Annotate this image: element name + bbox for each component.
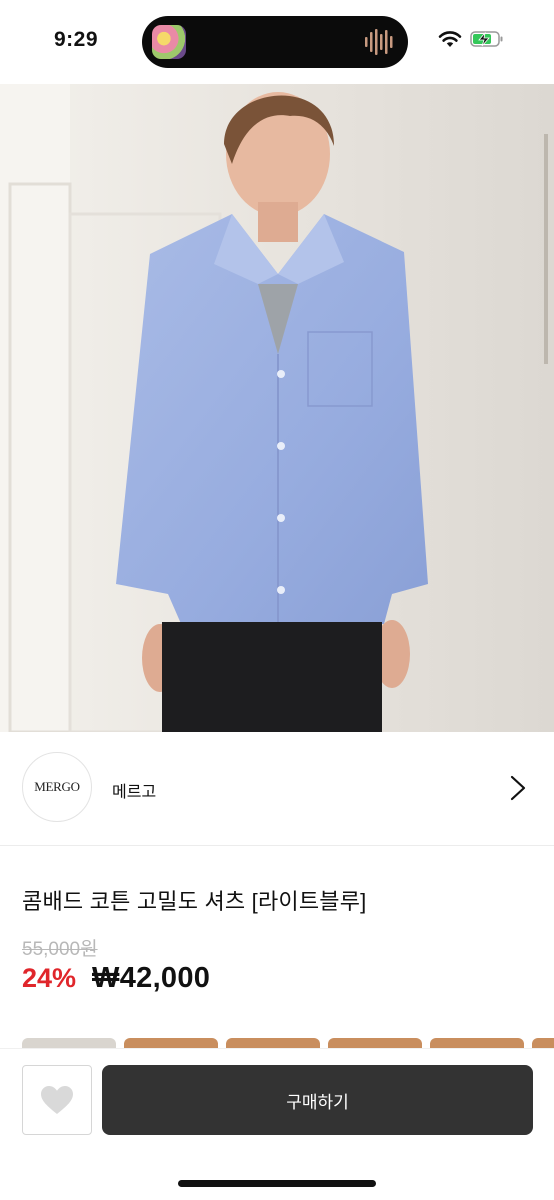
battery-charging-icon <box>470 31 503 47</box>
audio-waveform-icon <box>365 29 393 55</box>
dynamic-island[interactable] <box>142 16 408 68</box>
wifi-icon <box>438 31 462 47</box>
store-row[interactable]: MERGO 메르고 <box>0 732 554 846</box>
status-icons <box>438 30 504 48</box>
product-photo <box>0 84 554 732</box>
original-price: 55,000원 <box>22 939 98 960</box>
now-playing-artwork[interactable] <box>152 25 186 59</box>
home-indicator[interactable] <box>178 1180 376 1187</box>
product-title: 콤배드 코튼 고밀도 셔츠 [라이트블루] <box>22 889 367 914</box>
like-button[interactable] <box>22 1065 92 1135</box>
status-time: 9:29 <box>54 28 99 51</box>
sale-price: ₩42,000 <box>92 962 211 994</box>
status-bar: 9:29 <box>0 0 554 84</box>
discount-rate: 24% <box>22 963 77 993</box>
bottom-action-bar: 구매하기 <box>0 1048 554 1200</box>
buy-button[interactable]: 구매하기 <box>102 1065 533 1135</box>
store-logo[interactable]: MERGO <box>22 752 92 822</box>
price-row: 24% ₩42,000 <box>22 962 210 995</box>
store-name[interactable]: 메르고 <box>112 778 156 802</box>
chevron-right-icon[interactable] <box>508 774 528 802</box>
product-image[interactable] <box>0 84 554 732</box>
heart-icon <box>41 1086 73 1114</box>
